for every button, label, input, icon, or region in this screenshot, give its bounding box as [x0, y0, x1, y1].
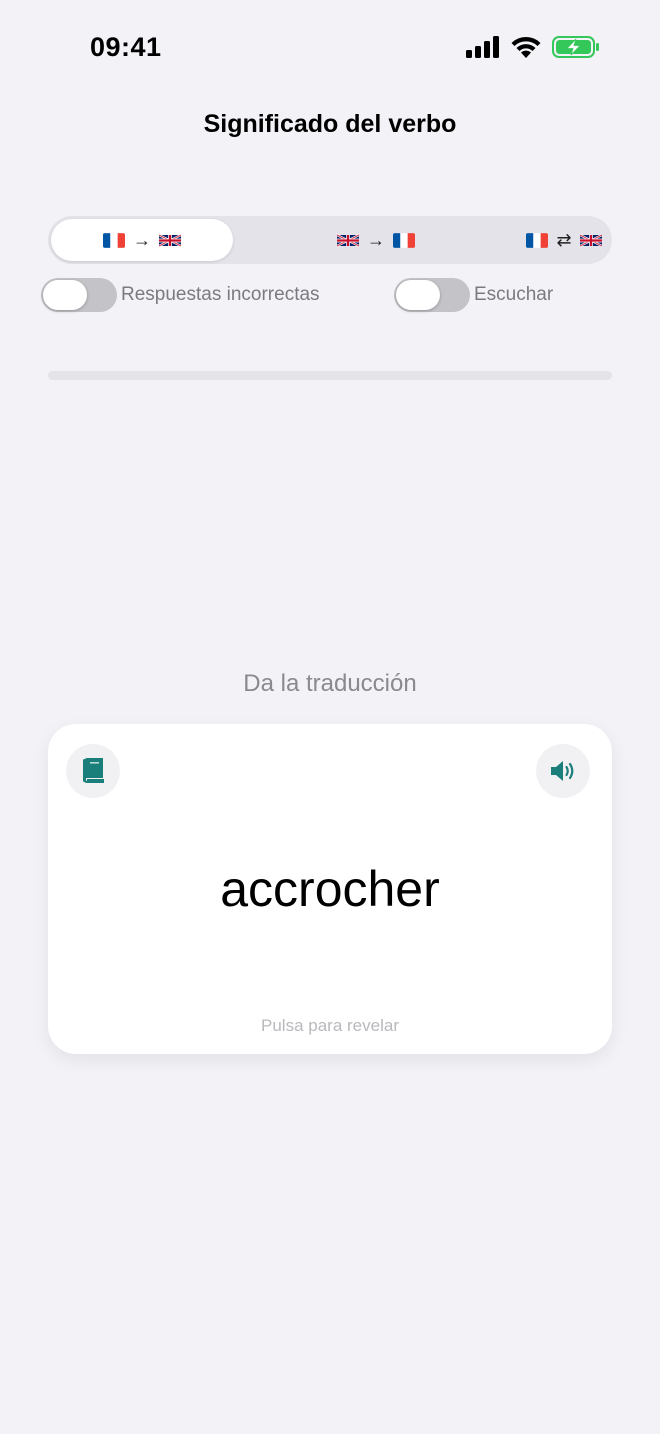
speaker-icon	[551, 761, 574, 781]
listen-toggle[interactable]	[394, 278, 470, 312]
arrow-right-icon: →	[133, 229, 151, 250]
flashcard[interactable]: accrocher Pulsa para revelar	[48, 724, 612, 1054]
reveal-hint: Pulsa para revelar	[261, 1016, 399, 1035]
status-icons	[466, 36, 600, 58]
wrong-answers-toggle[interactable]	[41, 278, 117, 312]
toggle-knob	[43, 280, 87, 310]
uk-flag-icon	[159, 233, 181, 247]
listen-label: Escuchar	[474, 284, 554, 305]
arrow-right-icon: →	[367, 229, 385, 250]
segment-fr-to-gb[interactable]: →	[51, 219, 233, 261]
progress-bar	[48, 371, 612, 380]
direction-segmented-control: → → ⇄	[48, 216, 612, 264]
dictionary-button[interactable]	[66, 744, 120, 798]
france-flag-icon	[526, 232, 549, 248]
flashcard-word: accrocher	[220, 861, 440, 917]
book-icon	[83, 758, 104, 783]
cellular-signal-icon	[466, 36, 499, 58]
wrong-answers-toggle-row: Respuestas incorrectas	[41, 278, 320, 312]
status-time: 09:41	[90, 32, 162, 62]
listen-toggle-row: Escuchar	[394, 278, 553, 312]
toggle-knob	[396, 280, 440, 310]
segment-gb-to-fr[interactable]: →	[285, 219, 467, 261]
prompt-text: Da la traducción	[243, 670, 417, 697]
battery-charging-icon	[552, 36, 599, 58]
segment-both-directions[interactable]: ⇄	[473, 219, 655, 261]
uk-flag-icon	[337, 233, 359, 247]
status-bar: 09:41	[0, 0, 660, 96]
wifi-icon	[511, 36, 541, 58]
speaker-button[interactable]	[536, 744, 590, 798]
page-title: Significado del verbo	[203, 110, 457, 138]
france-flag-icon	[103, 232, 125, 248]
wrong-answers-label: Respuestas incorrectas	[121, 284, 320, 305]
france-flag-icon	[393, 232, 415, 248]
swap-arrows-icon: ⇄	[556, 229, 572, 250]
uk-flag-icon	[579, 233, 602, 247]
